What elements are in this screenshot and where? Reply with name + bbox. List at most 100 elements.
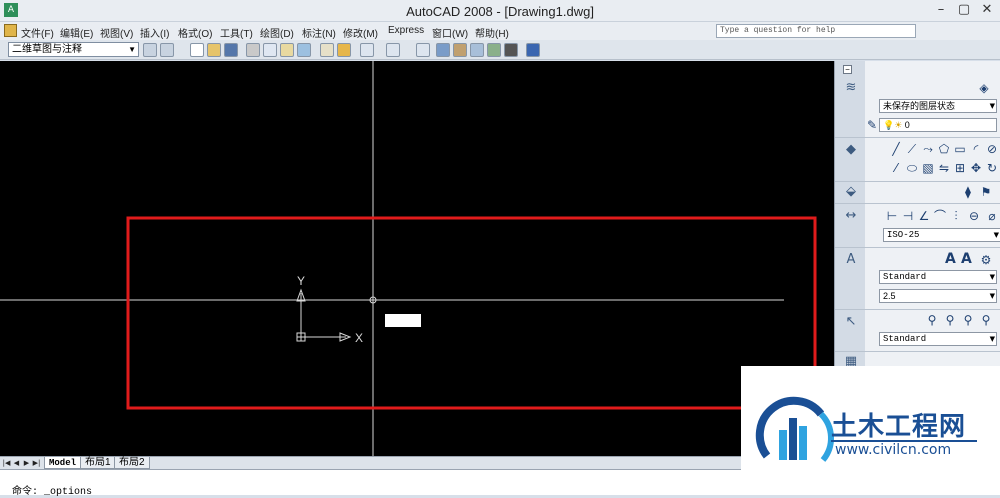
cut-icon[interactable] (320, 43, 334, 57)
spell-check-icon[interactable]: ⚙ (979, 253, 993, 267)
align-leaders-icon[interactable]: ⚲ (979, 313, 993, 327)
dimension-style-select[interactable]: ISO-25 ▼ (883, 228, 1000, 242)
layer-walk-icon[interactable]: ✎ (865, 118, 879, 132)
ordinate-icon[interactable]: ⫶ (949, 209, 963, 223)
design-center-icon[interactable] (453, 43, 467, 57)
array-icon[interactable]: ⊞ (953, 161, 967, 175)
text-panel-icon[interactable]: A (843, 253, 859, 267)
3d-dwf-icon[interactable] (297, 43, 311, 57)
linear-dimension-icon[interactable]: ⊢ (885, 209, 899, 223)
text-height-select[interactable]: 2.5 ▼ (879, 289, 997, 303)
multiline-text-icon[interactable]: A (945, 251, 956, 267)
multileader-panel-icon[interactable]: ↖ (843, 315, 859, 329)
prev-tab-icon[interactable]: ◀ (12, 458, 21, 468)
multileader-style-select[interactable]: Standard ▼ (879, 332, 997, 346)
tab-layout2[interactable]: 布局2 (114, 457, 150, 469)
workspace-select[interactable]: 二维草图与注释 ▼ (8, 42, 139, 57)
remove-leader-icon[interactable]: ⚲ (961, 313, 975, 327)
layers-panel-icon[interactable]: ≋ (843, 81, 859, 95)
pan-icon[interactable] (416, 43, 430, 57)
save-icon[interactable] (224, 43, 238, 57)
3d-make-panel-icon[interactable]: ⬙ (843, 185, 859, 199)
move-icon[interactable]: ✥ (969, 161, 983, 175)
tab-model[interactable]: Model (44, 457, 82, 469)
next-tab-icon[interactable]: ▶ (22, 458, 31, 468)
polygon-icon[interactable]: ⬠ (937, 142, 951, 156)
layer-properties-icon[interactable]: ◈ (977, 81, 991, 95)
mirror-icon[interactable]: ⇋ (937, 161, 951, 175)
radius-dimension-icon[interactable]: ⊖ (967, 209, 981, 223)
2d-draw-panel-icon[interactable]: ◆ (843, 143, 859, 157)
menu-help[interactable]: 帮助(H) (475, 25, 509, 40)
layer-name-value: 0 (904, 120, 910, 130)
close-button[interactable]: ✕ (976, 2, 998, 19)
plot-preview-icon[interactable] (263, 43, 277, 57)
layout-tab-bar: |◀ ◀ ▶ ▶| Model 布局1 布局2 (0, 456, 834, 469)
plot-icon[interactable] (246, 43, 260, 57)
hatch-icon[interactable]: ▧ (921, 161, 935, 175)
title-bar: A AutoCAD 2008 - [Drawing1.dwg] – ▢ ✕ (0, 0, 1000, 22)
match-properties-icon[interactable] (337, 43, 351, 57)
construction-line-icon[interactable]: ⟋ (905, 142, 919, 156)
help-search-input[interactable]: Type a question for help (716, 24, 916, 38)
drawing-canvas[interactable]: Y X (0, 61, 834, 456)
document-menu-icon[interactable] (4, 24, 17, 37)
workspace-save-icon[interactable] (160, 43, 174, 57)
menu-draw[interactable]: 绘图(D) (260, 25, 294, 40)
dimension-properties-icon[interactable]: ⚑ (979, 185, 993, 199)
arc-icon[interactable]: ◜ (969, 142, 983, 156)
multileader-icon[interactable]: ⚲ (925, 313, 939, 327)
calculator-icon[interactable] (504, 43, 518, 57)
workspace-settings-icon[interactable] (143, 43, 157, 57)
menu-edit[interactable]: 编辑(E) (60, 25, 93, 40)
dimensions-panel-icon[interactable]: ↔ (843, 209, 859, 223)
menu-file[interactable]: 文件(F) (21, 25, 54, 40)
dynamic-input-tooltip (385, 314, 421, 327)
spline-icon[interactable]: ⁄ (889, 161, 903, 175)
circle-icon[interactable]: ⊘ (985, 142, 999, 156)
gradient-icon[interactable]: ⧫ (961, 185, 975, 199)
undo-icon[interactable] (360, 43, 374, 57)
text-style-select[interactable]: Standard ▼ (879, 270, 997, 284)
chevron-down-icon: ▼ (128, 45, 136, 54)
layer-select[interactable]: 💡☀ 0 (879, 118, 997, 132)
menu-express[interactable]: Express (388, 25, 424, 36)
single-line-text-icon[interactable]: A (961, 251, 972, 267)
restore-button[interactable]: ▢ (953, 2, 975, 19)
panel-divider (835, 137, 1000, 138)
minimize-button[interactable]: – (930, 2, 952, 19)
panel-divider (835, 309, 1000, 310)
tool-palettes-icon[interactable] (470, 43, 484, 57)
publish-icon[interactable] (280, 43, 294, 57)
help-icon[interactable] (526, 43, 540, 57)
new-file-icon[interactable] (190, 43, 204, 57)
line-tool-icon[interactable]: ╱ (889, 142, 903, 156)
diameter-dimension-icon[interactable]: ⌀ (985, 209, 999, 223)
menu-view[interactable]: 视图(V) (100, 25, 133, 40)
layer-state-select[interactable]: 未保存的图层状态 ▼ (879, 99, 997, 113)
aligned-dimension-icon[interactable]: ⊣ (901, 209, 915, 223)
selection-rectangle (126, 216, 817, 410)
tab-layout1[interactable]: 布局1 (80, 457, 116, 469)
menu-modify[interactable]: 修改(M) (343, 25, 378, 40)
rotate-icon[interactable]: ↻ (985, 161, 999, 175)
rectangle-icon[interactable]: ▭ (953, 142, 967, 156)
arc-length-icon[interactable]: ⌒ (933, 209, 947, 223)
text-style-value: Standard (883, 272, 927, 282)
menu-insert[interactable]: 插入(I) (140, 25, 169, 40)
ellipse-icon[interactable]: ⬭ (905, 161, 919, 175)
panel-collapse-button[interactable]: − (843, 65, 852, 74)
polyline-icon[interactable]: ⤳ (921, 142, 935, 156)
add-leader-icon[interactable]: ⚲ (943, 313, 957, 327)
menu-tools[interactable]: 工具(T) (220, 25, 253, 40)
open-file-icon[interactable] (207, 43, 221, 57)
properties-icon[interactable] (436, 43, 450, 57)
menu-window[interactable]: 窗口(W) (432, 25, 468, 40)
menu-dimension[interactable]: 标注(N) (302, 25, 336, 40)
angular-dimension-icon[interactable]: ∠ (917, 209, 931, 223)
sheet-set-icon[interactable] (487, 43, 501, 57)
last-tab-icon[interactable]: ▶| (32, 458, 41, 468)
menu-format[interactable]: 格式(O) (178, 25, 212, 40)
redo-icon[interactable] (386, 43, 400, 57)
first-tab-icon[interactable]: |◀ (2, 458, 11, 468)
